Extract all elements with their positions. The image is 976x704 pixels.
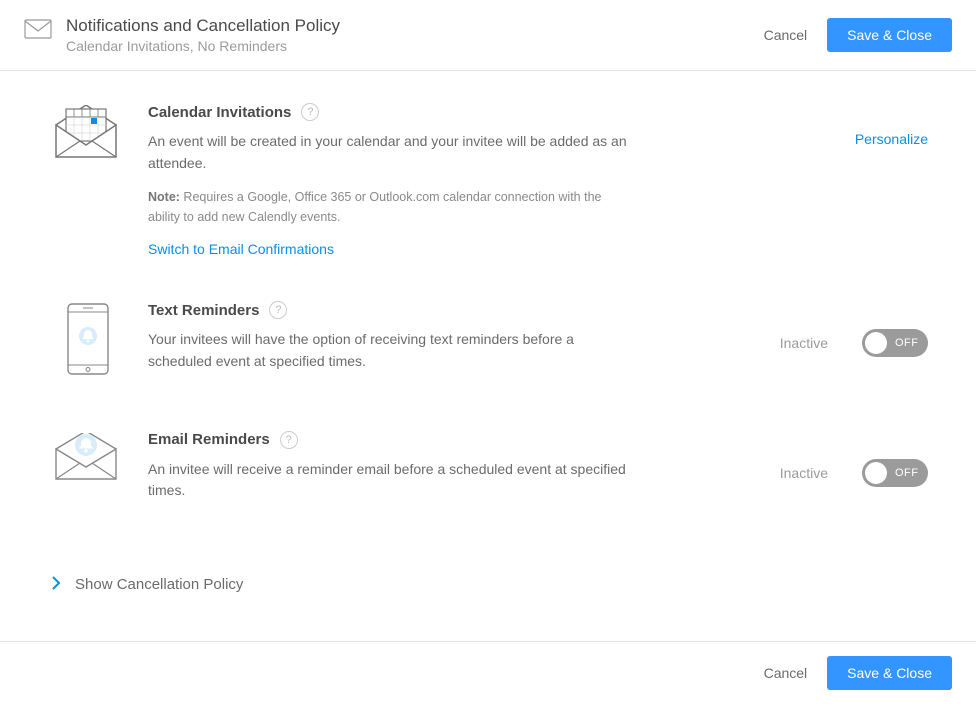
- phone-icon: [52, 301, 124, 386]
- note-label: Note:: [148, 190, 180, 204]
- section-email-reminders: Email Reminders ? An invitee will receiv…: [52, 431, 928, 516]
- section-calendar-invitations: Calendar Invitations ? An event will be …: [52, 103, 928, 257]
- toggle-knob: [865, 462, 887, 484]
- footer: Cancel Save & Close: [0, 641, 976, 704]
- section-title: Text Reminders: [148, 302, 259, 319]
- page-subtitle: Calendar Invitations, No Reminders: [66, 38, 764, 54]
- help-icon[interactable]: ?: [280, 431, 298, 449]
- save-close-button[interactable]: Save & Close: [827, 18, 952, 52]
- section-title: Calendar Invitations: [148, 104, 291, 121]
- envelope-bell-icon: [52, 431, 124, 516]
- chevron-right-icon: [52, 576, 61, 593]
- section-controls: Personalize: [855, 103, 928, 257]
- help-icon[interactable]: ?: [301, 103, 319, 121]
- footer-cancel-button[interactable]: Cancel: [764, 665, 808, 681]
- section-body: Calendar Invitations ? An event will be …: [148, 103, 628, 257]
- section-body: Email Reminders ? An invitee will receiv…: [148, 431, 628, 516]
- show-policy-label: Show Cancellation Policy: [75, 576, 243, 593]
- section-text-reminders: Text Reminders ? Your invitees will have…: [52, 301, 928, 386]
- status-text: Inactive: [780, 329, 828, 351]
- show-cancellation-policy[interactable]: Show Cancellation Policy: [52, 576, 928, 593]
- text-reminders-toggle[interactable]: OFF: [862, 329, 928, 357]
- section-description: Your invitees will have the option of re…: [148, 329, 628, 372]
- section-body: Text Reminders ? Your invitees will have…: [148, 301, 628, 386]
- email-reminders-toggle[interactable]: OFF: [862, 459, 928, 487]
- envelope-icon: [24, 18, 52, 40]
- section-heading: Email Reminders ?: [148, 431, 628, 449]
- header: Notifications and Cancellation Policy Ca…: [0, 0, 976, 71]
- calendar-envelope-icon: [52, 103, 124, 257]
- cancel-button[interactable]: Cancel: [764, 27, 808, 43]
- section-controls: Inactive OFF: [780, 431, 928, 516]
- section-heading: Calendar Invitations ?: [148, 103, 628, 121]
- section-controls: Inactive OFF: [780, 301, 928, 386]
- status-text: Inactive: [780, 459, 828, 481]
- page-title: Notifications and Cancellation Policy: [66, 16, 764, 36]
- header-texts: Notifications and Cancellation Policy Ca…: [66, 16, 764, 54]
- note-text: Requires a Google, Office 365 or Outlook…: [148, 190, 602, 223]
- toggle-label: OFF: [895, 337, 919, 349]
- toggle-knob: [865, 332, 887, 354]
- section-note: Note: Requires a Google, Office 365 or O…: [148, 188, 628, 227]
- section-description: An event will be created in your calenda…: [148, 131, 628, 174]
- section-title: Email Reminders: [148, 431, 270, 448]
- section-description: An invitee will receive a reminder email…: [148, 459, 628, 502]
- help-icon[interactable]: ?: [269, 301, 287, 319]
- switch-to-email-link[interactable]: Switch to Email Confirmations: [148, 241, 334, 257]
- toggle-label: OFF: [895, 467, 919, 479]
- content: Calendar Invitations ? An event will be …: [0, 71, 976, 613]
- footer-save-close-button[interactable]: Save & Close: [827, 656, 952, 690]
- header-actions: Cancel Save & Close: [764, 18, 952, 52]
- section-heading: Text Reminders ?: [148, 301, 628, 319]
- personalize-link[interactable]: Personalize: [855, 131, 928, 147]
